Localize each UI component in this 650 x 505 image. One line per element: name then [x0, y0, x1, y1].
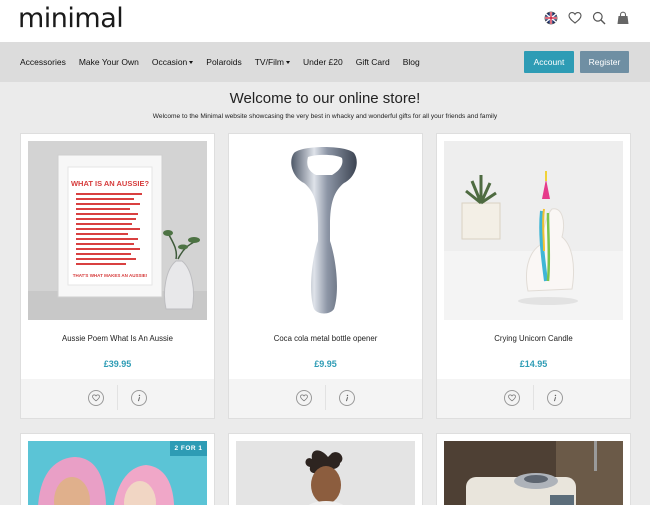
product-card[interactable]: Coca cola metal bottle opener £9.95 [228, 133, 423, 419]
product-photo [444, 441, 623, 505]
nav-item-gift-card[interactable]: Gift Card [356, 57, 390, 67]
info-icon [345, 394, 349, 402]
product-price: £14.95 [519, 359, 548, 369]
site-header: minimal [0, 0, 650, 42]
chevron-down-icon [286, 60, 290, 64]
divider [533, 385, 534, 410]
product-image[interactable] [444, 141, 623, 320]
product-price: £9.95 [314, 359, 337, 369]
divider [117, 385, 118, 410]
product-image[interactable] [444, 441, 623, 505]
nav-item-label: TV/Film [254, 57, 284, 67]
nav-item-make-your-own[interactable]: Make Your Own [79, 57, 139, 67]
heart-icon[interactable] [568, 11, 582, 25]
search-icon[interactable] [592, 11, 606, 25]
product-image[interactable]: WHAT IS AN AUSSIE? THAT'S WHAT MAKES AN … [28, 141, 207, 320]
product-card[interactable]: WHAT IS AN AUSSIE? THAT'S WHAT MAKES AN … [20, 133, 215, 419]
product-card[interactable] [228, 433, 423, 505]
promo-badge: 2 FOR 1 [170, 441, 207, 456]
product-actions [437, 379, 630, 418]
product-name[interactable]: Coca cola metal bottle opener [229, 334, 422, 343]
product-image[interactable] [236, 141, 415, 320]
product-price: £39.95 [103, 359, 132, 369]
nav-item-label: Make Your Own [78, 57, 139, 67]
chevron-down-icon [189, 60, 194, 64]
nav-item-blog[interactable]: Blog [403, 57, 420, 67]
bottle-opener-illustration [291, 147, 357, 314]
poster-heading: WHAT IS AN AUSSIE? [71, 179, 149, 188]
nav-item-accessories[interactable]: Accessories [20, 57, 66, 67]
nav-menu: Accessories Make Your Own Occasion Polar… [20, 42, 433, 82]
heart-icon [92, 394, 100, 402]
product-card[interactable]: 2 FOR 1 [20, 433, 215, 505]
heart-icon [300, 394, 308, 402]
info-icon [553, 394, 557, 402]
nav-item-label: Gift Card [355, 57, 390, 67]
product-actions [229, 379, 422, 418]
divider [325, 385, 326, 410]
flag-icon[interactable] [544, 11, 558, 25]
nav-item-label: Accessories [20, 57, 66, 67]
nav-item-label: Under £20 [303, 57, 343, 67]
nav-item-tv-film[interactable]: TV/Film [255, 57, 290, 67]
nav-item-under-20[interactable]: Under £20 [303, 57, 343, 67]
register-button[interactable]: Register [580, 51, 629, 73]
info-button[interactable] [547, 390, 563, 406]
bag-icon[interactable] [616, 11, 630, 25]
product-actions [21, 379, 214, 418]
unicorn-candle-illustration [444, 141, 623, 320]
product-card[interactable] [436, 433, 631, 505]
product-name[interactable]: Crying Unicorn Candle [437, 334, 630, 343]
nav-item-label: Polaroids [206, 57, 242, 67]
poster-footer: THAT'S WHAT MAKES AN AUSSIE! [73, 273, 148, 278]
wishlist-button[interactable] [88, 390, 104, 406]
header-icons [544, 11, 630, 25]
nav-item-occasion[interactable]: Occasion [151, 57, 194, 67]
page-title: Welcome to our online store! [229, 90, 421, 107]
heart-icon [508, 394, 516, 402]
page-subtitle: Welcome to the Minimal website showcasin… [152, 113, 498, 120]
product-name[interactable]: Aussie Poem What Is An Aussie [21, 334, 214, 343]
wishlist-button[interactable] [296, 390, 312, 406]
product-image[interactable] [236, 441, 415, 505]
nav-item-label: Blog [402, 57, 420, 67]
info-button[interactable] [131, 390, 147, 406]
nav-item-polaroids[interactable]: Polaroids [206, 57, 241, 67]
info-icon [137, 394, 141, 402]
account-button[interactable]: Account [524, 51, 574, 73]
info-button[interactable] [339, 390, 355, 406]
nav-item-label: Occasion [151, 57, 188, 67]
wishlist-button[interactable] [504, 390, 520, 406]
product-card[interactable]: Crying Unicorn Candle £14.95 [436, 133, 631, 419]
site-logo[interactable]: minimal [18, 3, 124, 34]
product-photo [236, 441, 415, 505]
poster-illustration: WHAT IS AN AUSSIE? THAT'S WHAT MAKES AN … [28, 141, 207, 320]
